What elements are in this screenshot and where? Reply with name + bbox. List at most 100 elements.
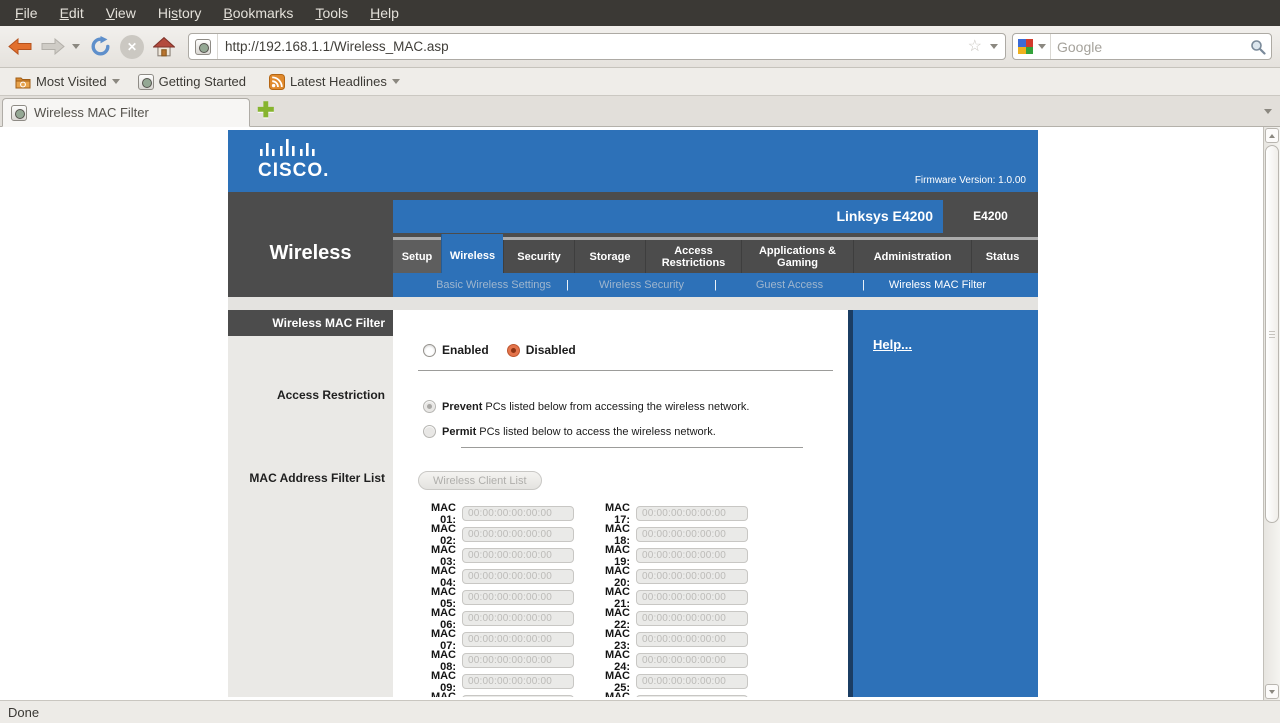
status-text: Done [0, 705, 39, 720]
triangle-up-icon [1269, 134, 1275, 138]
router-tab-applications-gaming[interactable]: Applications & Gaming [741, 240, 853, 273]
bookmark-getting-started[interactable]: Getting Started [129, 71, 260, 93]
router-banner: Wireless Linksys E4200 E4200 SetupWirele… [228, 192, 1038, 297]
bookmark-star-icon[interactable]: ☆ [964, 39, 986, 55]
router-tab-security[interactable]: Security [503, 240, 574, 273]
disabled-radio[interactable] [507, 344, 520, 357]
search-bar[interactable] [1012, 33, 1272, 60]
tab-bar: Wireless MAC Filter ✚ [0, 95, 1280, 127]
url-bar[interactable]: http://192.168.1.1/Wireless_MAC.asp ☆ [188, 33, 1006, 60]
divider [418, 370, 833, 371]
scroll-down-button[interactable] [1265, 684, 1279, 699]
mac-input-mac-06 [462, 611, 574, 626]
url-input[interactable]: http://192.168.1.1/Wireless_MAC.asp [218, 39, 964, 54]
menu-item-history[interactable]: History [147, 0, 213, 26]
back-button[interactable] [4, 31, 36, 63]
router-header: CISCO. Firmware Version: 1.0.00 [228, 130, 1038, 192]
router-content: Wireless MAC Filter Access Restriction M… [228, 310, 1038, 697]
router-tab-status[interactable]: Status [971, 240, 1033, 273]
cisco-logo: CISCO. [258, 139, 330, 180]
mac-row: MAC 06:MAC 22: [413, 608, 748, 629]
status-bar: Done [0, 700, 1280, 723]
bookmark-most-visited[interactable]: Most Visited [6, 71, 129, 93]
site-identity[interactable] [189, 34, 218, 59]
router-tab-wireless[interactable]: Wireless [441, 234, 503, 273]
mac-input-mac-26 [636, 695, 748, 697]
navigation-toolbar: ✕ http://192.168.1.1/Wireless_MAC.asp ☆ [0, 26, 1280, 68]
help-sidebar: Help... [848, 310, 1038, 697]
router-admin-page: CISCO. Firmware Version: 1.0.00 Wireless… [228, 130, 1038, 697]
menu-bar: FileEditViewHistoryBookmarksToolsHelp [0, 0, 1280, 26]
menu-item-help[interactable]: Help [359, 0, 410, 26]
bookmark-label: Getting Started [159, 74, 246, 89]
permit-radio [423, 425, 436, 438]
subnav-link-basic-wireless-settings[interactable]: Basic Wireless Settings [421, 279, 566, 291]
new-tab-button[interactable]: ✚ [257, 98, 275, 124]
menu-item-view[interactable]: View [95, 0, 147, 26]
chevron-down-icon [392, 79, 400, 84]
mac-input-mac-22 [636, 611, 748, 626]
refresh-button[interactable] [84, 31, 116, 63]
router-tab-label: Storage [590, 251, 631, 263]
router-tab-label: Status [986, 251, 1020, 263]
divider [1050, 34, 1051, 59]
menu-item-file[interactable]: File [4, 0, 49, 26]
subnav-link-wireless-mac-filter[interactable]: Wireless MAC Filter [865, 279, 1010, 291]
vertical-scrollbar[interactable] [1263, 127, 1280, 700]
router-nav-tabs: Setup Wireless Security Storage Access Restr… [393, 240, 1038, 273]
prevent-label: Prevent [442, 401, 482, 413]
mac-row: MAC 02:MAC 18: [413, 524, 748, 545]
router-subnav: Basic Wireless Settings|Wireless Securit… [393, 273, 1038, 297]
forward-icon [40, 38, 65, 55]
mac-input-mac-25 [636, 674, 748, 689]
search-engine-dropdown-icon[interactable] [1038, 44, 1046, 49]
refresh-icon [90, 36, 111, 57]
home-button[interactable] [148, 31, 180, 63]
mac-row: MAC 03:MAC 19: [413, 545, 748, 566]
bookmarks-toolbar: Most Visited Getting Started Latest Headli… [0, 68, 1280, 95]
folder-icon [15, 74, 31, 90]
router-tab-access-restrictions[interactable]: Access Restrictions [645, 240, 741, 273]
scrollbar-thumb[interactable] [1265, 145, 1279, 523]
chevron-down-icon [112, 79, 120, 84]
router-tab-label: Administration [874, 251, 952, 263]
menu-item-edit[interactable]: Edit [49, 0, 95, 26]
page-viewport: CISCO. Firmware Version: 1.0.00 Wireless… [0, 127, 1280, 700]
bookmark-label: Latest Headlines [290, 74, 387, 89]
search-icon[interactable] [1250, 39, 1266, 55]
page-icon [138, 74, 154, 90]
router-tab-storage[interactable]: Storage [574, 240, 645, 273]
divider [228, 297, 1038, 310]
mac-input-mac-05 [462, 590, 574, 605]
mac-input-mac-23 [636, 632, 748, 647]
section-title: Wireless [228, 236, 393, 270]
back-forward-dropdown-icon[interactable] [72, 44, 80, 49]
list-all-tabs-icon[interactable] [1264, 109, 1272, 114]
site-favicon-icon [195, 39, 211, 55]
bookmark-label: Most Visited [36, 74, 107, 89]
subnav-link-guest-access[interactable]: Guest Access [717, 279, 862, 291]
browser-tab[interactable]: Wireless MAC Filter [2, 98, 250, 127]
router-tab-label: Access Restrictions [646, 245, 741, 269]
mac-row: MAC 08:MAC 24: [413, 650, 748, 671]
url-dropdown-icon[interactable] [990, 44, 998, 49]
enabled-radio[interactable] [423, 344, 436, 357]
enabled-label: Enabled [442, 343, 489, 357]
router-tab-label: Wireless [450, 250, 495, 262]
router-tab-administration[interactable]: Administration [853, 240, 971, 273]
cisco-bridge-icon [258, 139, 330, 157]
prevent-description: PCs listed below from accessing the wire… [485, 401, 749, 413]
firmware-version: Firmware Version: 1.0.00 [915, 175, 1026, 186]
menu-item-tools[interactable]: Tools [304, 0, 359, 26]
subnav-link-wireless-security[interactable]: Wireless Security [569, 279, 714, 291]
mac-input-mac-24 [636, 653, 748, 668]
forward-button[interactable] [36, 31, 68, 63]
bookmark-latest-headlines[interactable]: Latest Headlines [260, 71, 409, 93]
router-tab-setup[interactable]: Setup [393, 240, 441, 273]
menu-item-bookmarks[interactable]: Bookmarks [212, 0, 304, 26]
scroll-up-button[interactable] [1265, 128, 1279, 143]
search-input[interactable] [1057, 39, 1250, 55]
mac-input-mac-10 [462, 695, 574, 697]
help-link[interactable]: Help... [873, 337, 912, 352]
stop-button[interactable]: ✕ [116, 31, 148, 63]
